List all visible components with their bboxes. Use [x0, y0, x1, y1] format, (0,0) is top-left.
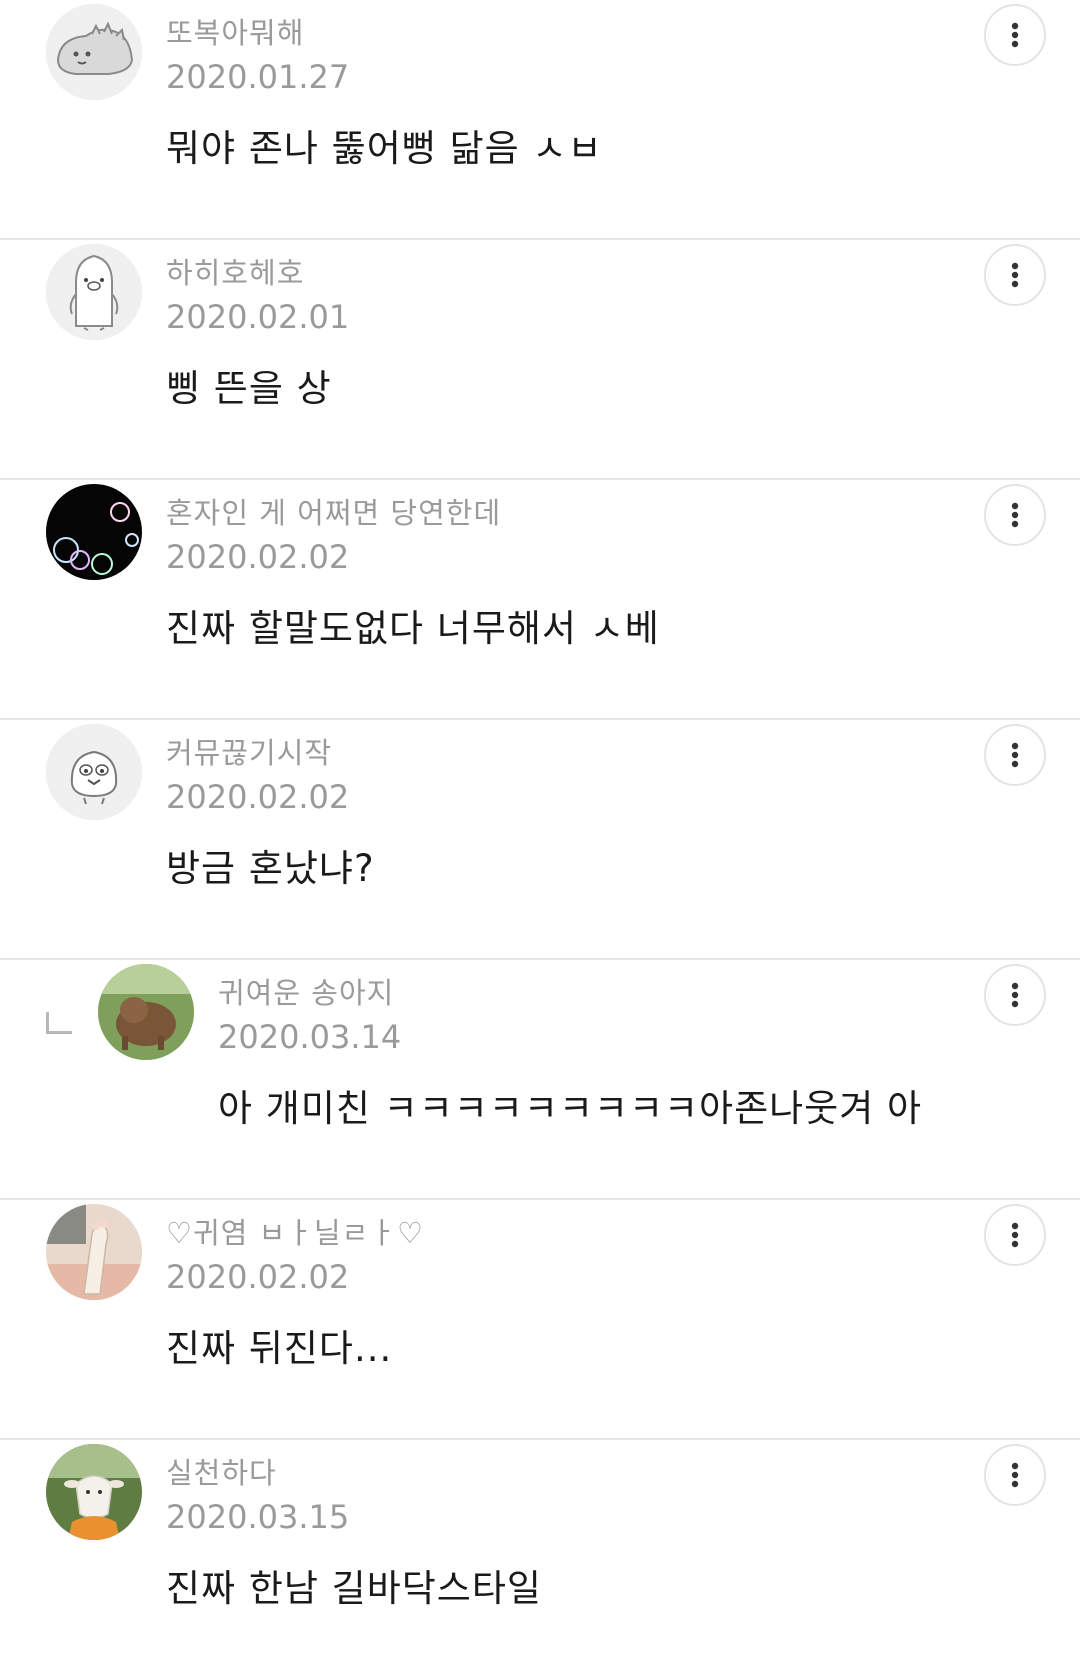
cat-paw-photo-avatar-icon: [46, 1204, 142, 1300]
nickname[interactable]: 커뮤끊기시작: [166, 730, 332, 772]
comment-text: 삥 뜬을 상: [166, 367, 332, 410]
nickname[interactable]: 혼자인 게 어쩌면 당연한데: [166, 490, 501, 532]
comment-date: 2020.03.14: [218, 1018, 402, 1056]
comment-item: 하히호헤호 2020.02.01 삥 뜬을 상: [0, 240, 1080, 480]
comment-date: 2020.02.02: [166, 778, 350, 816]
more-options-button[interactable]: [984, 4, 1046, 66]
comment-date: 2020.02.02: [166, 1258, 350, 1296]
comment-text: 진짜 뒤진다...: [166, 1327, 393, 1370]
comment-text: 진짜 한남 길바닥스타일: [166, 1567, 542, 1610]
comment-date: 2020.02.02: [166, 538, 350, 576]
more-options-button[interactable]: [984, 484, 1046, 546]
more-options-button[interactable]: [984, 244, 1046, 306]
avatar[interactable]: [98, 964, 194, 1060]
comment-date: 2020.03.15: [166, 1498, 350, 1536]
more-vertical-icon: [1011, 982, 1019, 1008]
nickname[interactable]: ♡귀염 ㅂㅏ닐ㄹㅏ♡: [166, 1210, 424, 1252]
comment-text: 방금 혼났냐?: [166, 847, 375, 890]
comment-item: 또복아뭐해 2020.01.27 뭐야 존나 뚫어뻥 닮음 ㅅㅂ: [0, 0, 1080, 240]
comment-text: 진짜 할말도없다 너무해서 ㅅ베: [166, 607, 660, 650]
more-options-button[interactable]: [984, 1444, 1046, 1506]
nickname[interactable]: 또복아뭐해: [166, 10, 304, 52]
reply-arrow-icon: [46, 1012, 72, 1034]
comment-date: 2020.02.01: [166, 298, 350, 336]
reply-comment-item: 귀여운 송아지 2020.03.14 아 개미친 ㅋㅋㅋㅋㅋㅋㅋㅋㅋ아존나웃겨 …: [0, 960, 1080, 1200]
comment-text: 뭐야 존나 뚫어뻥 닮음 ㅅㅂ: [166, 127, 603, 170]
more-vertical-icon: [1011, 262, 1019, 288]
comment-item: 커뮤끊기시작 2020.02.02 방금 혼났냐?: [0, 720, 1080, 960]
more-vertical-icon: [1011, 22, 1019, 48]
dino-character-avatar-icon: [46, 4, 142, 100]
nickname[interactable]: 하히호헤호: [166, 250, 304, 292]
penguin-character-avatar-icon: [46, 244, 142, 340]
comment-item: 실천하다 2020.03.15 진짜 한남 길바닥스타일: [0, 1440, 1080, 1680]
chick-character-avatar-icon: [46, 724, 142, 820]
comment-item: 혼자인 게 어쩌면 당연한데 2020.02.02 진짜 할말도없다 너무해서 …: [0, 480, 1080, 720]
avatar[interactable]: [46, 1444, 142, 1540]
more-options-button[interactable]: [984, 964, 1046, 1026]
more-options-button[interactable]: [984, 724, 1046, 786]
avatar[interactable]: [46, 244, 142, 340]
more-vertical-icon: [1011, 1222, 1019, 1248]
more-vertical-icon: [1011, 742, 1019, 768]
comment-list: 또복아뭐해 2020.01.27 뭐야 존나 뚫어뻥 닮음 ㅅㅂ 하히호헤호 2…: [0, 0, 1080, 1680]
nickname[interactable]: 귀여운 송아지: [218, 970, 394, 1012]
lamb-photo-avatar-icon: [46, 1444, 142, 1540]
comment-date: 2020.01.27: [166, 58, 350, 96]
avatar[interactable]: [46, 1204, 142, 1300]
avatar[interactable]: [46, 4, 142, 100]
bubbles-photo-avatar-icon: [46, 484, 142, 580]
avatar[interactable]: [46, 724, 142, 820]
more-options-button[interactable]: [984, 1204, 1046, 1266]
comment-text: 아 개미친 ㅋㅋㅋㅋㅋㅋㅋㅋㅋ아존나웃겨 아: [218, 1087, 923, 1130]
avatar[interactable]: [46, 484, 142, 580]
comment-item: ♡귀염 ㅂㅏ닐ㄹㅏ♡ 2020.02.02 진짜 뒤진다...: [0, 1200, 1080, 1440]
nickname[interactable]: 실천하다: [166, 1450, 277, 1492]
calf-photo-avatar-icon: [98, 964, 194, 1060]
more-vertical-icon: [1011, 1462, 1019, 1488]
more-vertical-icon: [1011, 502, 1019, 528]
